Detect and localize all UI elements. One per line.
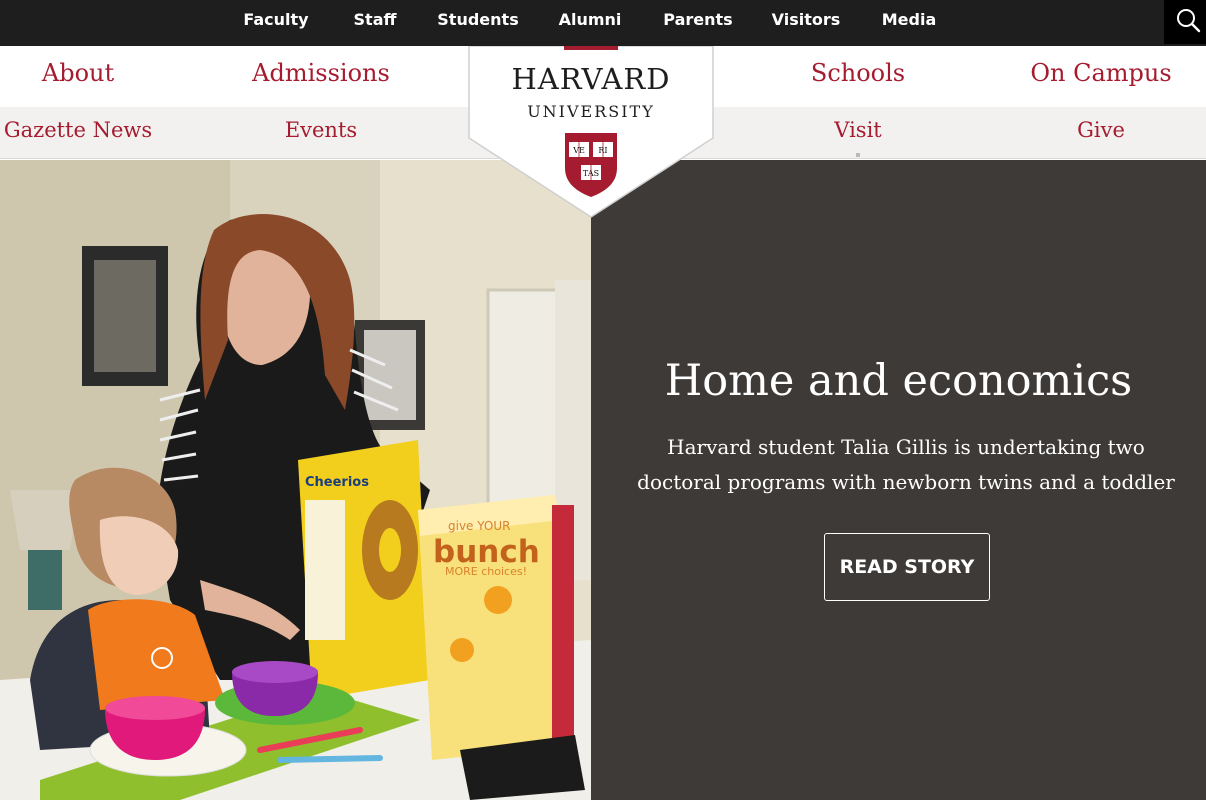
audience-bar: Faculty Staff Students Alumni Parents Vi… xyxy=(0,0,1206,46)
audience-link-media[interactable]: Media xyxy=(882,0,937,46)
hero-photo: Cheerios give YOUR bunch MORE choices! xyxy=(0,160,591,800)
nav-admissions[interactable]: Admissions xyxy=(252,59,390,87)
hero-panel: Home and economics Harvard student Talia… xyxy=(591,160,1206,800)
nav-on-campus[interactable]: On Campus xyxy=(1030,59,1171,87)
nav-visit[interactable]: Visit xyxy=(834,118,881,142)
nav-give[interactable]: Give xyxy=(1077,118,1125,142)
hero-subtitle: Harvard student Talia Gillis is undertak… xyxy=(637,435,1175,494)
audience-link-visitors[interactable]: Visitors xyxy=(772,0,841,46)
harvard-logo[interactable]: HARVARD UNIVERSITY VE RI TAS xyxy=(468,46,714,218)
read-story-button[interactable]: READ STORY xyxy=(824,533,990,601)
search-button[interactable] xyxy=(1164,0,1206,44)
audience-link-faculty[interactable]: Faculty xyxy=(243,0,308,46)
shield-text-ri: RI xyxy=(598,146,607,155)
audience-link-alumni[interactable]: Alumni xyxy=(559,0,622,46)
nav-about[interactable]: About xyxy=(42,59,114,87)
shield-text-ve: VE xyxy=(572,146,585,155)
logo-accent-bar xyxy=(564,46,618,50)
cereal-box-2-line3: MORE choices! xyxy=(445,565,527,578)
nav-events[interactable]: Events xyxy=(285,118,357,142)
nav-gazette-news[interactable]: Gazette News xyxy=(4,118,152,142)
nav-schools[interactable]: Schools xyxy=(811,59,905,87)
veritas-shield-icon: VE RI TAS xyxy=(565,133,617,197)
shield-text-tas: TAS xyxy=(583,169,599,178)
logo-wordmark-university: UNIVERSITY xyxy=(527,102,655,121)
divider-dot xyxy=(856,153,860,157)
logo-wordmark-harvard: HARVARD xyxy=(511,62,671,96)
audience-link-students[interactable]: Students xyxy=(437,0,518,46)
hero-title: Home and economics xyxy=(664,356,1133,406)
search-icon xyxy=(1177,9,1201,33)
audience-link-staff[interactable]: Staff xyxy=(354,0,397,46)
audience-link-parents[interactable]: Parents xyxy=(663,0,732,46)
cereal-box-2-line1: give YOUR xyxy=(448,519,511,533)
cereal-box-1-label: Cheerios xyxy=(305,475,369,490)
